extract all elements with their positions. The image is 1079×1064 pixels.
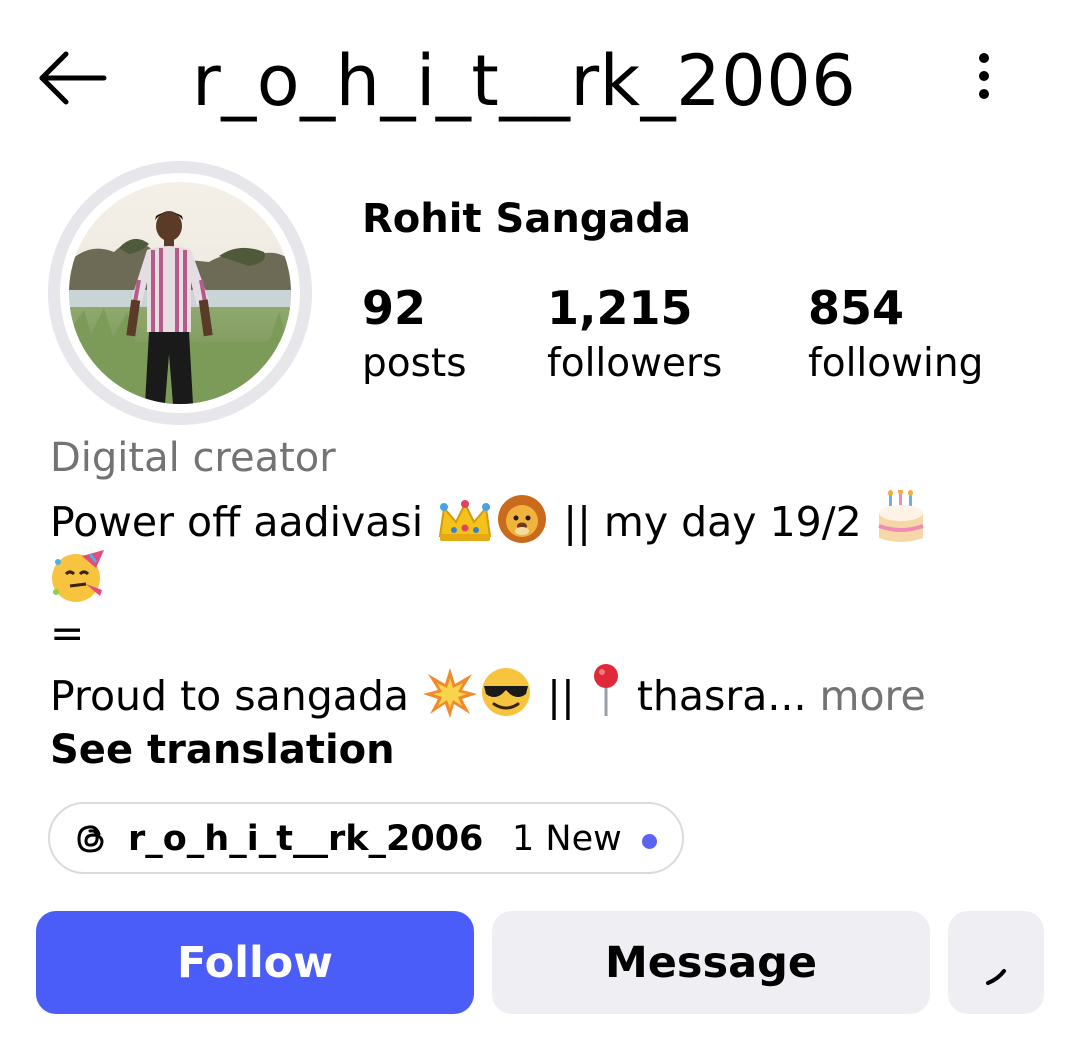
bio-line-4: Proud to sangada || thasra... more: [50, 662, 926, 725]
threads-badge[interactable]: r_o_h_i_t__rk_2006 1 New: [48, 802, 684, 874]
bio-line-4-text: Proud to sangada: [50, 672, 423, 720]
stat-posts[interactable]: 92 posts: [362, 280, 467, 392]
bio-line-1: Power off aadivasi || my day 19/2: [50, 490, 927, 551]
bio-line-2: [50, 548, 108, 611]
round-pushpin-icon: [593, 664, 618, 716]
partying-face-icon: [52, 550, 104, 602]
bio-line-1-text: Power off aadivasi: [50, 498, 437, 546]
vertical-dots-icon: [979, 53, 989, 99]
threads-new-label: 1 New: [512, 819, 622, 859]
avatar[interactable]: [48, 161, 312, 425]
profile-header: r_o_h_i_t__rk_2006: [0, 0, 1079, 160]
chevron-down-icon: [986, 969, 1006, 985]
sunglasses-face-icon: [482, 668, 531, 716]
stat-posts-value: 92: [362, 281, 427, 335]
page-title-username: r_o_h_i_t__rk_2006: [192, 40, 857, 122]
threads-icon: [77, 825, 104, 853]
bio-more-link[interactable]: more: [820, 672, 926, 720]
bio-line-3: =: [50, 609, 85, 657]
bio-line-4-separator: ||: [547, 672, 588, 720]
avatar-border: [60, 173, 300, 413]
stat-followers[interactable]: 1,215 followers: [547, 280, 722, 392]
stat-following-value: 854: [808, 281, 905, 335]
profile-page: r_o_h_i_t__rk_2006 Rohit Sangada 92 post…: [0, 0, 1079, 1064]
stat-following-label: following: [808, 341, 984, 386]
arrow-left-icon: [39, 51, 107, 105]
profile-name: Rohit Sangada: [362, 196, 692, 242]
crown-icon: [439, 500, 492, 541]
suggested-accounts-button[interactable]: [948, 911, 1044, 1014]
lion-icon: [498, 495, 547, 543]
see-translation-link[interactable]: See translation: [50, 722, 395, 778]
stat-followers-label: followers: [547, 341, 723, 386]
stat-followers-value: 1,215: [547, 281, 693, 335]
profile-category: Digital creator: [50, 435, 336, 481]
threads-handle: r_o_h_i_t__rk_2006: [128, 819, 484, 859]
collision-icon: [423, 668, 478, 718]
stat-posts-label: posts: [362, 341, 467, 386]
message-button[interactable]: Message: [492, 911, 930, 1014]
bio-line-1-after: || my day 19/2: [563, 498, 862, 546]
follow-button[interactable]: Follow: [36, 911, 474, 1014]
new-indicator-dot: [642, 834, 657, 849]
back-button[interactable]: [36, 48, 108, 108]
stat-following[interactable]: 854 following: [808, 280, 983, 392]
more-options-button[interactable]: [964, 48, 1004, 108]
profile-photo: [69, 182, 291, 404]
bio-line-4-location: thasra...: [636, 672, 820, 720]
birthday-cake-icon: [878, 490, 924, 542]
